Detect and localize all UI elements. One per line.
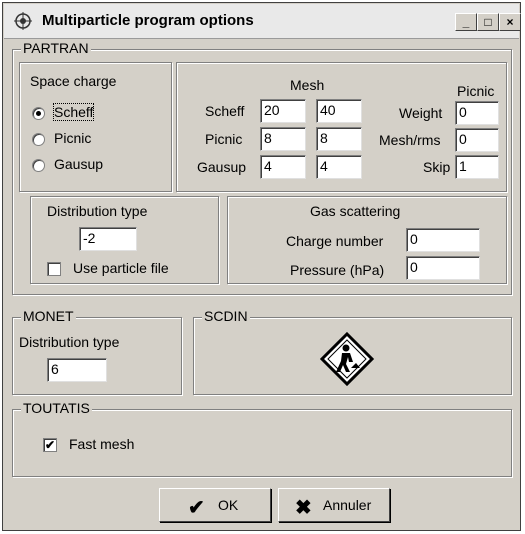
charge-number-input[interactable]: 0	[406, 228, 480, 252]
mesh-scheff-label: Scheff	[205, 103, 245, 119]
mesh-gausup-b-input[interactable]: 4	[316, 155, 362, 179]
toutatis-legend: TOUTATIS	[21, 400, 92, 416]
picnic-weight-label: Weight	[399, 105, 443, 121]
mesh-title: Mesh	[290, 77, 325, 93]
mesh-scheff-a-input[interactable]: 20	[260, 99, 306, 123]
toutatis-group: TOUTATIS ✔ Fast mesh	[12, 400, 512, 477]
mesh-picnic-label: Picnic	[205, 131, 243, 147]
ok-button-label: OK	[218, 497, 239, 513]
radio-picnic[interactable]	[32, 133, 45, 146]
app-icon	[14, 12, 32, 30]
maximize-button[interactable]: □	[477, 13, 499, 31]
close-button[interactable]: ×	[499, 13, 521, 31]
gas-scattering-panel: Gas scattering Charge number 0 Pressure …	[227, 196, 507, 284]
charge-number-label: Charge number	[286, 233, 384, 249]
mesh-picnic-b-input[interactable]: 8	[316, 127, 362, 151]
use-particle-file-label[interactable]: Use particle file	[73, 260, 169, 276]
minimize-button[interactable]: _	[455, 13, 477, 31]
picnic-title: Picnic	[457, 83, 495, 99]
radio-scheff[interactable]	[32, 107, 45, 120]
scdin-legend: SCDIN	[202, 308, 250, 324]
distribution-title: Distribution type	[47, 203, 148, 219]
picnic-meshrms-label: Mesh/rms	[379, 132, 441, 148]
monet-legend: MONET	[21, 308, 76, 324]
space-charge-title: Space charge	[30, 73, 117, 89]
radio-picnic-label[interactable]: Picnic	[54, 130, 91, 146]
radio-gausup[interactable]	[32, 159, 45, 172]
radio-gausup-label[interactable]: Gausup	[54, 156, 103, 172]
cancel-button[interactable]: ✖ Annuler	[278, 488, 390, 522]
fast-mesh-checkbox[interactable]: ✔	[43, 438, 57, 452]
mesh-picnic-a-input[interactable]: 8	[260, 127, 306, 151]
title-bar[interactable]: Multiparticle program options _ □ ×	[4, 4, 521, 39]
picnic-skip-input[interactable]: 1	[455, 155, 499, 179]
gas-scattering-title: Gas scattering	[310, 203, 401, 219]
pressure-label: Pressure (hPa)	[290, 262, 385, 278]
fast-mesh-label[interactable]: Fast mesh	[69, 436, 134, 452]
close-x-icon: ✖	[295, 497, 312, 519]
ok-button[interactable]: ✔ OK	[159, 488, 271, 522]
dialog-window: Multiparticle program options _ □ × PART…	[2, 2, 521, 531]
window-title: Multiparticle program options	[42, 12, 254, 29]
mesh-gausup-a-input[interactable]: 4	[260, 155, 306, 179]
mesh-scheff-b-input[interactable]: 40	[316, 99, 362, 123]
pressure-input[interactable]: 0	[406, 256, 480, 280]
monet-group: MONET Distribution type 6	[12, 308, 182, 395]
scdin-group: SCDIN	[193, 308, 512, 395]
partran-legend: PARTRAN	[21, 40, 91, 56]
check-icon: ✔	[188, 497, 205, 519]
radio-scheff-label[interactable]: Scheff	[52, 103, 95, 121]
picnic-meshrms-input[interactable]: 0	[455, 128, 499, 152]
use-particle-file-checkbox[interactable]	[47, 262, 61, 276]
partran-group: PARTRAN Space charge Scheff Picnic Gausu…	[12, 40, 512, 295]
monet-distribution-label: Distribution type	[19, 334, 120, 350]
distribution-panel: Distribution type -2 Use particle file	[30, 196, 219, 284]
under-construction-icon	[320, 332, 374, 386]
monet-distribution-input[interactable]: 6	[47, 358, 107, 382]
picnic-weight-input[interactable]: 0	[455, 101, 499, 125]
mesh-panel: Mesh Picnic Scheff 20 40 Picnic 8 8 Gaus…	[176, 62, 507, 192]
space-charge-panel: Space charge Scheff Picnic Gausup	[19, 62, 172, 192]
cancel-button-label: Annuler	[323, 497, 372, 513]
distribution-type-input[interactable]: -2	[79, 227, 137, 251]
picnic-skip-label: Skip	[423, 159, 451, 175]
mesh-gausup-label: Gausup	[197, 159, 247, 175]
